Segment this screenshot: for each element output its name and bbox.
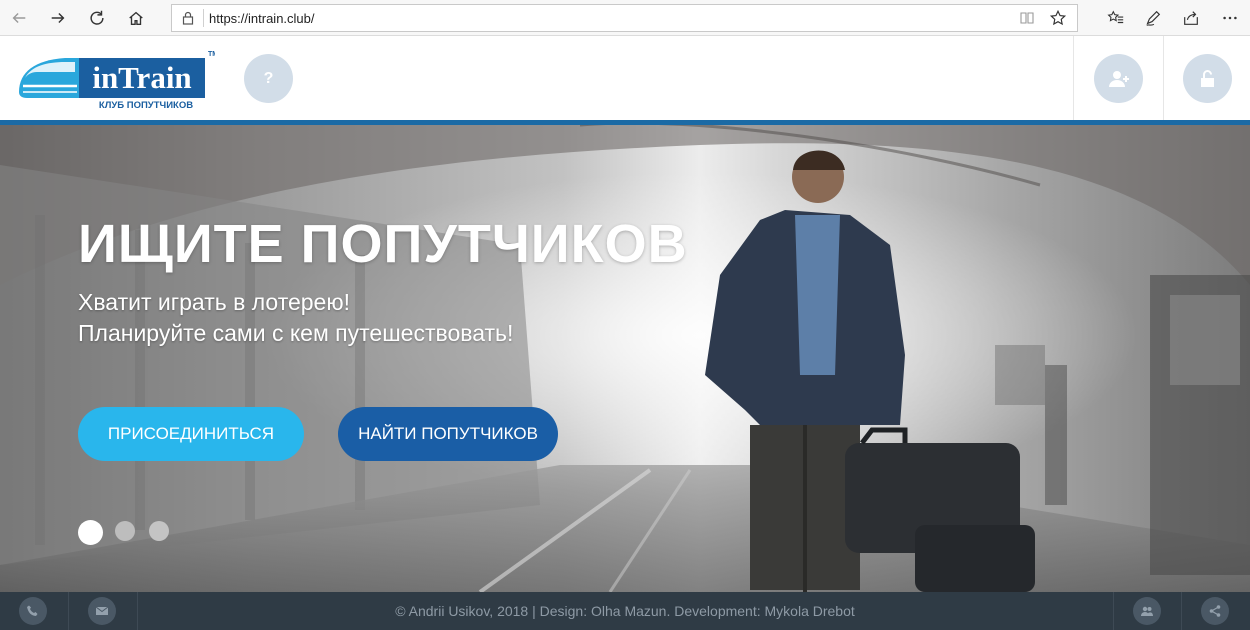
add-user-icon <box>1108 70 1129 87</box>
site-header: inTrain TM КЛУБ ПОПУТЧИКОВ ? <box>0 36 1250 120</box>
refresh-icon <box>90 10 104 25</box>
notes-button[interactable] <box>1138 4 1168 32</box>
address-bar[interactable]: https://intrain.club/ <box>171 4 1078 32</box>
home-icon <box>129 11 143 25</box>
arrow-left-icon <box>12 12 26 24</box>
footer-divider <box>1181 592 1182 630</box>
pen-icon <box>1146 10 1161 26</box>
slider-dot-2[interactable] <box>115 521 135 541</box>
address-separator <box>203 9 204 27</box>
home-button[interactable] <box>121 4 151 32</box>
logo-tagline: КЛУБ ПОПУТЧИКОВ <box>99 100 193 110</box>
site-footer: © Andrii Usikov, 2018 | Design: Olha Maz… <box>0 592 1250 630</box>
hero-background-photo <box>0 125 1250 592</box>
favorites-icon <box>1107 10 1124 24</box>
url-text[interactable]: https://intrain.club/ <box>209 11 315 26</box>
arrow-right-icon <box>51 12 65 24</box>
join-button[interactable]: ПРИСОЕДИНИТЬСЯ <box>78 407 304 461</box>
hero-subtitle-line1: Хватит играть в лотерею! <box>78 289 350 315</box>
logo-text: inTrain <box>92 60 191 95</box>
hero-slider: ИЩИТЕ ПОПУТЧИКОВ Хватит играть в лотерею… <box>0 125 1250 592</box>
hero-subtitle-line2: Планируйте сами с кем путешествовать! <box>78 320 514 346</box>
refresh-button[interactable] <box>82 4 112 32</box>
more-icon <box>1223 16 1237 20</box>
unlock-icon <box>1200 69 1214 87</box>
share-nodes-icon <box>1209 605 1221 617</box>
back-button[interactable] <box>4 4 34 32</box>
help-button[interactable]: ? <box>244 54 293 103</box>
group-button[interactable] <box>1133 597 1161 625</box>
help-label: ? <box>263 69 274 87</box>
copyright-text: © Andrii Usikov, 2018 | Design: Olha Maz… <box>395 603 855 619</box>
slider-dot-1[interactable] <box>78 520 103 545</box>
header-divider <box>1163 36 1164 120</box>
share-icon <box>1184 11 1198 25</box>
social-share-button[interactable] <box>1201 597 1229 625</box>
header-divider <box>1073 36 1074 120</box>
intrain-logo[interactable]: inTrain TM КЛУБ ПОПУТЧИКОВ <box>17 48 218 111</box>
footer-divider <box>1113 592 1114 630</box>
browser-toolbar: https://intrain.club/ <box>0 0 1250 36</box>
slider-dot-3[interactable] <box>149 521 169 541</box>
share-button[interactable] <box>1176 4 1206 32</box>
favorites-button[interactable] <box>1101 4 1131 32</box>
group-icon <box>1141 606 1153 616</box>
lock-icon <box>182 11 194 25</box>
find-companions-button[interactable]: НАЙТИ ПОПУТЧИКОВ <box>338 407 558 461</box>
logo-tm: TM <box>208 51 215 58</box>
star-icon[interactable] <box>1049 9 1067 27</box>
more-button[interactable] <box>1215 4 1245 32</box>
login-button[interactable] <box>1183 54 1232 103</box>
forward-button[interactable] <box>43 4 73 32</box>
book-icon[interactable] <box>1019 10 1035 26</box>
hero-title: ИЩИТЕ ПОПУТЧИКОВ <box>78 214 688 274</box>
register-button[interactable] <box>1094 54 1143 103</box>
